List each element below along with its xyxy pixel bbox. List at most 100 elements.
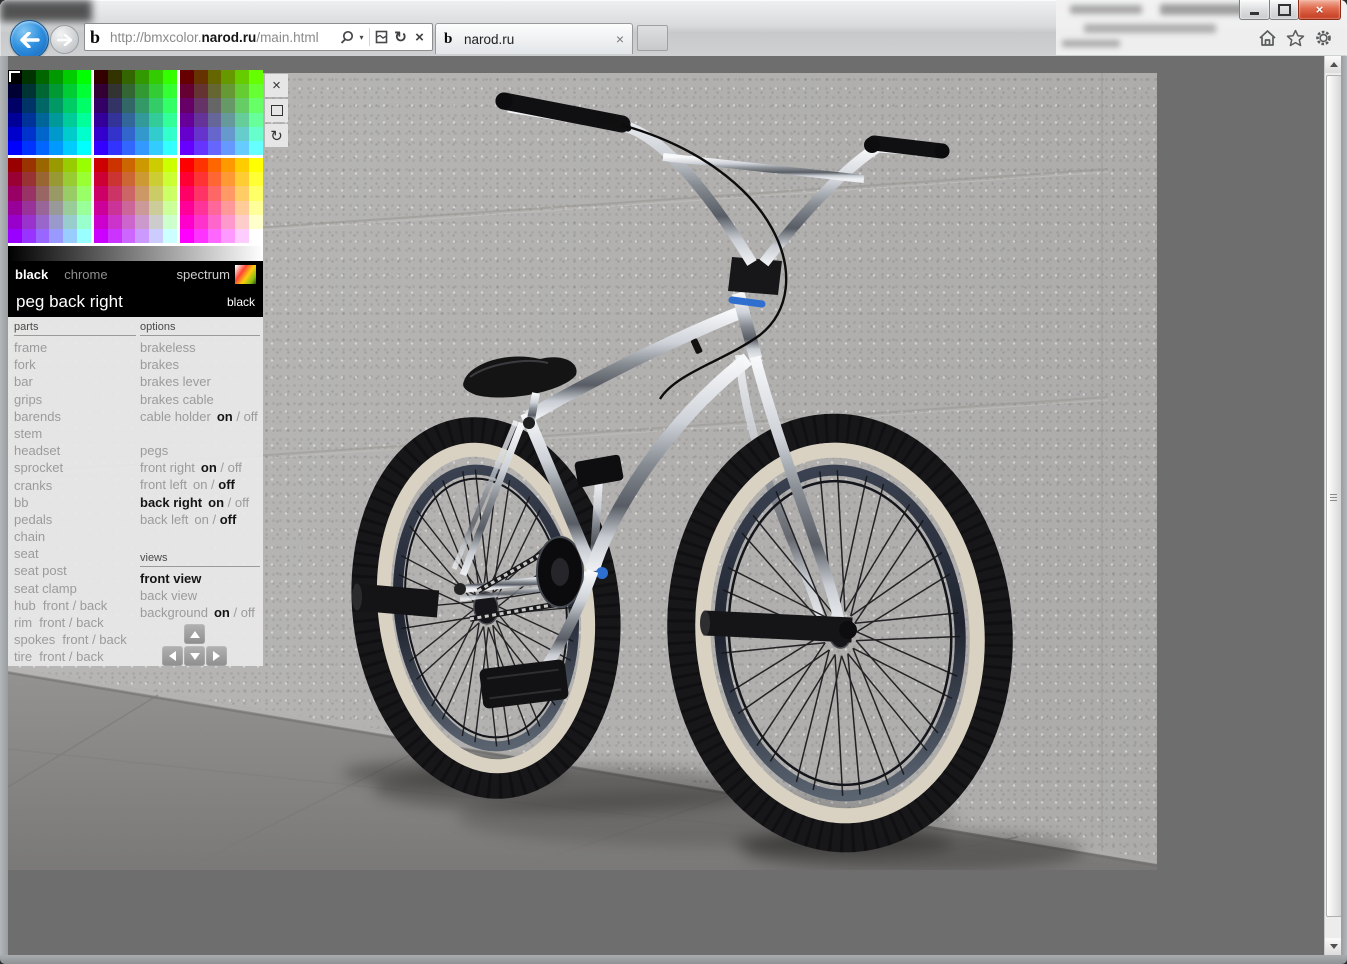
palette-cell[interactable] — [94, 84, 108, 98]
palette-cell[interactable] — [149, 215, 163, 229]
palette-cell[interactable] — [163, 98, 177, 112]
palette-cell[interactable] — [180, 172, 194, 186]
palette-cell[interactable] — [36, 113, 50, 127]
minimize-button[interactable] — [1239, 0, 1270, 20]
palette-cell[interactable] — [63, 70, 77, 84]
forward-button[interactable] — [50, 25, 79, 54]
palette-cell[interactable] — [77, 141, 91, 155]
palette-cell[interactable] — [180, 141, 194, 155]
panel-window-button[interactable] — [265, 99, 288, 122]
palette-cell[interactable] — [49, 172, 63, 186]
palette-cell[interactable] — [22, 215, 36, 229]
palette-block[interactable] — [180, 158, 263, 243]
variant-back[interactable]: / back — [69, 598, 107, 613]
palette-cell[interactable] — [249, 186, 263, 200]
palette-cell[interactable] — [194, 229, 208, 243]
palette-cell[interactable] — [122, 229, 136, 243]
palette-cell[interactable] — [63, 215, 77, 229]
palette-cell[interactable] — [149, 98, 163, 112]
palette-cell[interactable] — [208, 141, 222, 155]
palette-cell[interactable] — [122, 186, 136, 200]
palette-cell[interactable] — [221, 215, 235, 229]
palette-cell[interactable] — [208, 84, 222, 98]
palette-cell[interactable] — [235, 70, 249, 84]
palette-cell[interactable] — [208, 127, 222, 141]
palette-cell[interactable] — [36, 229, 50, 243]
palette-cell[interactable] — [221, 127, 235, 141]
palette-cell[interactable] — [149, 141, 163, 155]
part-item[interactable]: fork — [14, 356, 136, 373]
palette-cell[interactable] — [63, 84, 77, 98]
palette-cell[interactable] — [194, 127, 208, 141]
panel-refresh-button[interactable]: ↻ — [265, 124, 288, 147]
palette-cell[interactable] — [180, 127, 194, 141]
palette-cell[interactable] — [108, 186, 122, 200]
palette-cell[interactable] — [36, 201, 50, 215]
palette-cell[interactable] — [77, 201, 91, 215]
palette-cell[interactable] — [108, 229, 122, 243]
palette-cell[interactable] — [180, 201, 194, 215]
variant-back[interactable]: / back — [88, 632, 126, 647]
palette-cell[interactable] — [163, 141, 177, 155]
part-item[interactable]: seat post — [14, 562, 136, 579]
palette-cell[interactable] — [49, 201, 63, 215]
option-item[interactable]: front lefton / off — [140, 476, 260, 493]
palette-cell[interactable] — [221, 113, 235, 127]
toggle-on[interactable]: on — [217, 409, 233, 424]
url-text[interactable]: http://bmxcolor.narod.ru/main.html — [110, 30, 337, 45]
address-bar[interactable]: b http://bmxcolor.narod.ru/main.html ▾ ↻… — [84, 23, 433, 51]
palette-cell[interactable] — [77, 84, 91, 98]
palette-cell[interactable] — [49, 98, 63, 112]
palette-cell[interactable] — [180, 215, 194, 229]
palette-cell[interactable] — [63, 186, 77, 200]
part-item[interactable]: barends — [14, 408, 136, 425]
palette-cell[interactable] — [208, 172, 222, 186]
palette-cell[interactable] — [8, 84, 22, 98]
toggle-on[interactable]: on — [208, 495, 224, 510]
palette-cell[interactable] — [94, 229, 108, 243]
palette-cell[interactable] — [77, 158, 91, 172]
part-item[interactable]: tire front / back — [14, 648, 136, 665]
palette-cell[interactable] — [108, 215, 122, 229]
palette-cell[interactable] — [63, 172, 77, 186]
palette-cell[interactable] — [249, 127, 263, 141]
palette-cell[interactable] — [208, 98, 222, 112]
toggle-off[interactable]: off — [228, 460, 242, 475]
palette-cell[interactable] — [135, 158, 149, 172]
part-item[interactable]: stem — [14, 425, 136, 442]
panel-close-button[interactable]: × — [265, 74, 288, 97]
option-item[interactable]: cable holderon / off — [140, 408, 260, 425]
toggle-on[interactable]: on — [214, 605, 230, 620]
palette-cell[interactable] — [63, 127, 77, 141]
view-item[interactable]: back view — [140, 587, 260, 604]
variant-front[interactable]: front — [32, 649, 65, 664]
palette-cell[interactable] — [77, 127, 91, 141]
palette-cell[interactable] — [22, 127, 36, 141]
palette-cell[interactable] — [235, 98, 249, 112]
palette-cell[interactable] — [94, 127, 108, 141]
palette-cell[interactable] — [122, 113, 136, 127]
palette-cell[interactable] — [194, 70, 208, 84]
palette-cell[interactable] — [194, 158, 208, 172]
palette-cell[interactable] — [122, 98, 136, 112]
palette-cell[interactable] — [208, 158, 222, 172]
palette-cell[interactable] — [180, 113, 194, 127]
palette-cell[interactable] — [249, 141, 263, 155]
palette-cell[interactable] — [249, 201, 263, 215]
palette-cell[interactable] — [149, 84, 163, 98]
search-icon[interactable] — [337, 25, 356, 49]
option-item[interactable]: brakes — [140, 356, 260, 373]
toggle-on[interactable]: on — [201, 460, 217, 475]
tab-chrome[interactable]: chrome — [64, 267, 107, 282]
palette-cell[interactable] — [77, 113, 91, 127]
palette-cell[interactable] — [22, 113, 36, 127]
palette-cell[interactable] — [108, 172, 122, 186]
palette-cell[interactable] — [94, 158, 108, 172]
palette-cell[interactable] — [194, 113, 208, 127]
settings-gear-icon[interactable] — [1313, 28, 1334, 48]
palette-cell[interactable] — [221, 229, 235, 243]
palette-cell[interactable] — [122, 70, 136, 84]
palette-cell[interactable] — [49, 186, 63, 200]
palette-cell[interactable] — [8, 229, 22, 243]
part-item[interactable]: cranks — [14, 477, 136, 494]
